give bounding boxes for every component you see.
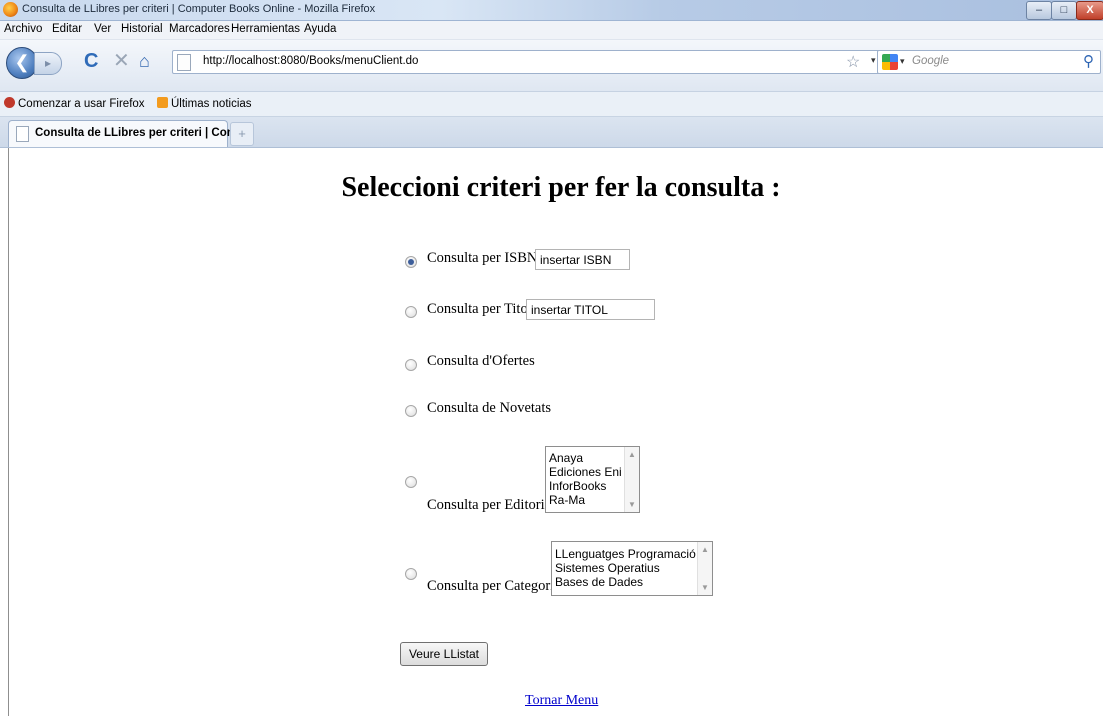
isbn-label: Consulta per ISBN: xyxy=(427,250,542,266)
window-title: Consulta de LLibres per criteri | Comput… xyxy=(22,3,376,15)
search-bar[interactable]: ▾ Google ⚲ xyxy=(877,50,1101,74)
new-tab-button[interactable]: + xyxy=(230,122,254,146)
categoria-scrollbar[interactable]: ▲ ▼ xyxy=(697,542,712,595)
home-icon[interactable]: ⌂ xyxy=(139,50,150,72)
menu-herramientas[interactable]: Herramientas xyxy=(231,23,300,35)
scroll-up-icon[interactable]: ▲ xyxy=(628,450,636,459)
reload-icon[interactable]: C xyxy=(84,50,98,72)
window-titlebar: Consulta de LLibres per criteri | Comput… xyxy=(0,0,1103,21)
url-dropdown-icon[interactable]: ▾ xyxy=(871,55,876,66)
search-engine-dropdown-icon[interactable]: ▾ xyxy=(900,56,905,67)
editorial-listbox[interactable]: Anaya Ediciones Eni InforBooks Ra-Ma ▲ ▼ xyxy=(545,446,640,513)
url-text[interactable]: http://localhost:8080/Books/menuClient.d… xyxy=(203,55,418,67)
editorial-label: Consulta per Editorial: xyxy=(427,497,560,513)
menu-bar: Archivo Editar Ver Historial Marcadores … xyxy=(0,21,1103,40)
bookmark-star-icon[interactable]: ☆ xyxy=(846,52,860,72)
scroll-down-icon[interactable]: ▼ xyxy=(628,500,636,509)
firefox-bookmark-icon xyxy=(4,97,15,108)
tab-active[interactable]: Consulta de LLibres per criteri | Comp..… xyxy=(8,120,254,147)
radio-editorial[interactable] xyxy=(405,476,417,488)
search-icon[interactable]: ⚲ xyxy=(1083,52,1094,70)
tab-title: Consulta de LLibres per criteri | Comp..… xyxy=(35,127,254,139)
ofertes-label: Consulta d'Ofertes xyxy=(427,353,535,369)
radio-categoria[interactable] xyxy=(405,568,417,580)
page-icon xyxy=(177,54,191,71)
google-icon[interactable] xyxy=(882,54,898,70)
categoria-option[interactable]: LLenguatges Programació xyxy=(552,547,712,561)
menu-marcadores[interactable]: Marcadores xyxy=(169,23,230,35)
editorial-scrollbar[interactable]: ▲ ▼ xyxy=(624,447,639,512)
tornar-menu-link[interactable]: Tornar Menu xyxy=(525,693,598,709)
forward-button[interactable]: ▸ xyxy=(34,52,62,75)
stop-icon[interactable]: ✕ xyxy=(113,50,130,72)
maximize-button[interactable]: □ xyxy=(1051,1,1077,20)
radio-isbn[interactable] xyxy=(405,256,417,268)
radio-novetats[interactable] xyxy=(405,405,417,417)
isbn-input[interactable] xyxy=(535,249,630,270)
page-heading: Seleccioni criteri per fer la consulta : xyxy=(341,172,781,203)
menu-historial[interactable]: Historial xyxy=(121,23,163,35)
radio-titol[interactable] xyxy=(405,306,417,318)
firefox-logo-icon xyxy=(3,2,18,17)
categoria-label: Consulta per Categoria: xyxy=(427,578,565,594)
close-window-button[interactable]: X xyxy=(1076,1,1103,20)
menu-ver[interactable]: Ver xyxy=(94,23,111,35)
bookmark-latest-news[interactable]: Últimas noticias xyxy=(157,97,252,110)
scroll-up-icon[interactable]: ▲ xyxy=(701,545,709,554)
titol-input[interactable] xyxy=(526,299,655,320)
radio-ofertes[interactable] xyxy=(405,359,417,371)
page-icon xyxy=(16,126,29,142)
menu-ayuda[interactable]: Ayuda xyxy=(304,23,336,35)
tab-strip: Consulta de LLibres per criteri | Comp..… xyxy=(0,117,1103,148)
novetats-label: Consulta de Novetats xyxy=(427,400,552,416)
search-engine-placeholder[interactable]: Google xyxy=(912,55,949,67)
categoria-listbox[interactable]: LLenguatges Programació Sistemes Operati… xyxy=(551,541,713,596)
bookmark-getting-started[interactable]: Comenzar a usar Firefox xyxy=(4,97,145,110)
menu-archivo[interactable]: Archivo xyxy=(4,23,42,35)
bookmark-label: Últimas noticias xyxy=(171,98,252,110)
bookmark-label: Comenzar a usar Firefox xyxy=(18,98,145,110)
minimize-button[interactable]: – xyxy=(1026,1,1052,20)
content-border xyxy=(8,148,9,716)
categoria-option[interactable]: Sistemes Operatius xyxy=(552,561,712,575)
rss-icon xyxy=(157,97,168,108)
address-bar[interactable]: http://localhost:8080/Books/menuClient.d… xyxy=(172,50,902,74)
veure-llistat-button[interactable]: Veure LListat xyxy=(400,642,488,666)
scroll-down-icon[interactable]: ▼ xyxy=(701,583,709,592)
menu-editar[interactable]: Editar xyxy=(52,23,82,35)
titol-label: Consulta per Titol: xyxy=(427,301,536,317)
bookmarks-bar: Comenzar a usar Firefox Últimas noticias xyxy=(0,92,1103,117)
categoria-option[interactable]: Bases de Dades xyxy=(552,575,712,589)
